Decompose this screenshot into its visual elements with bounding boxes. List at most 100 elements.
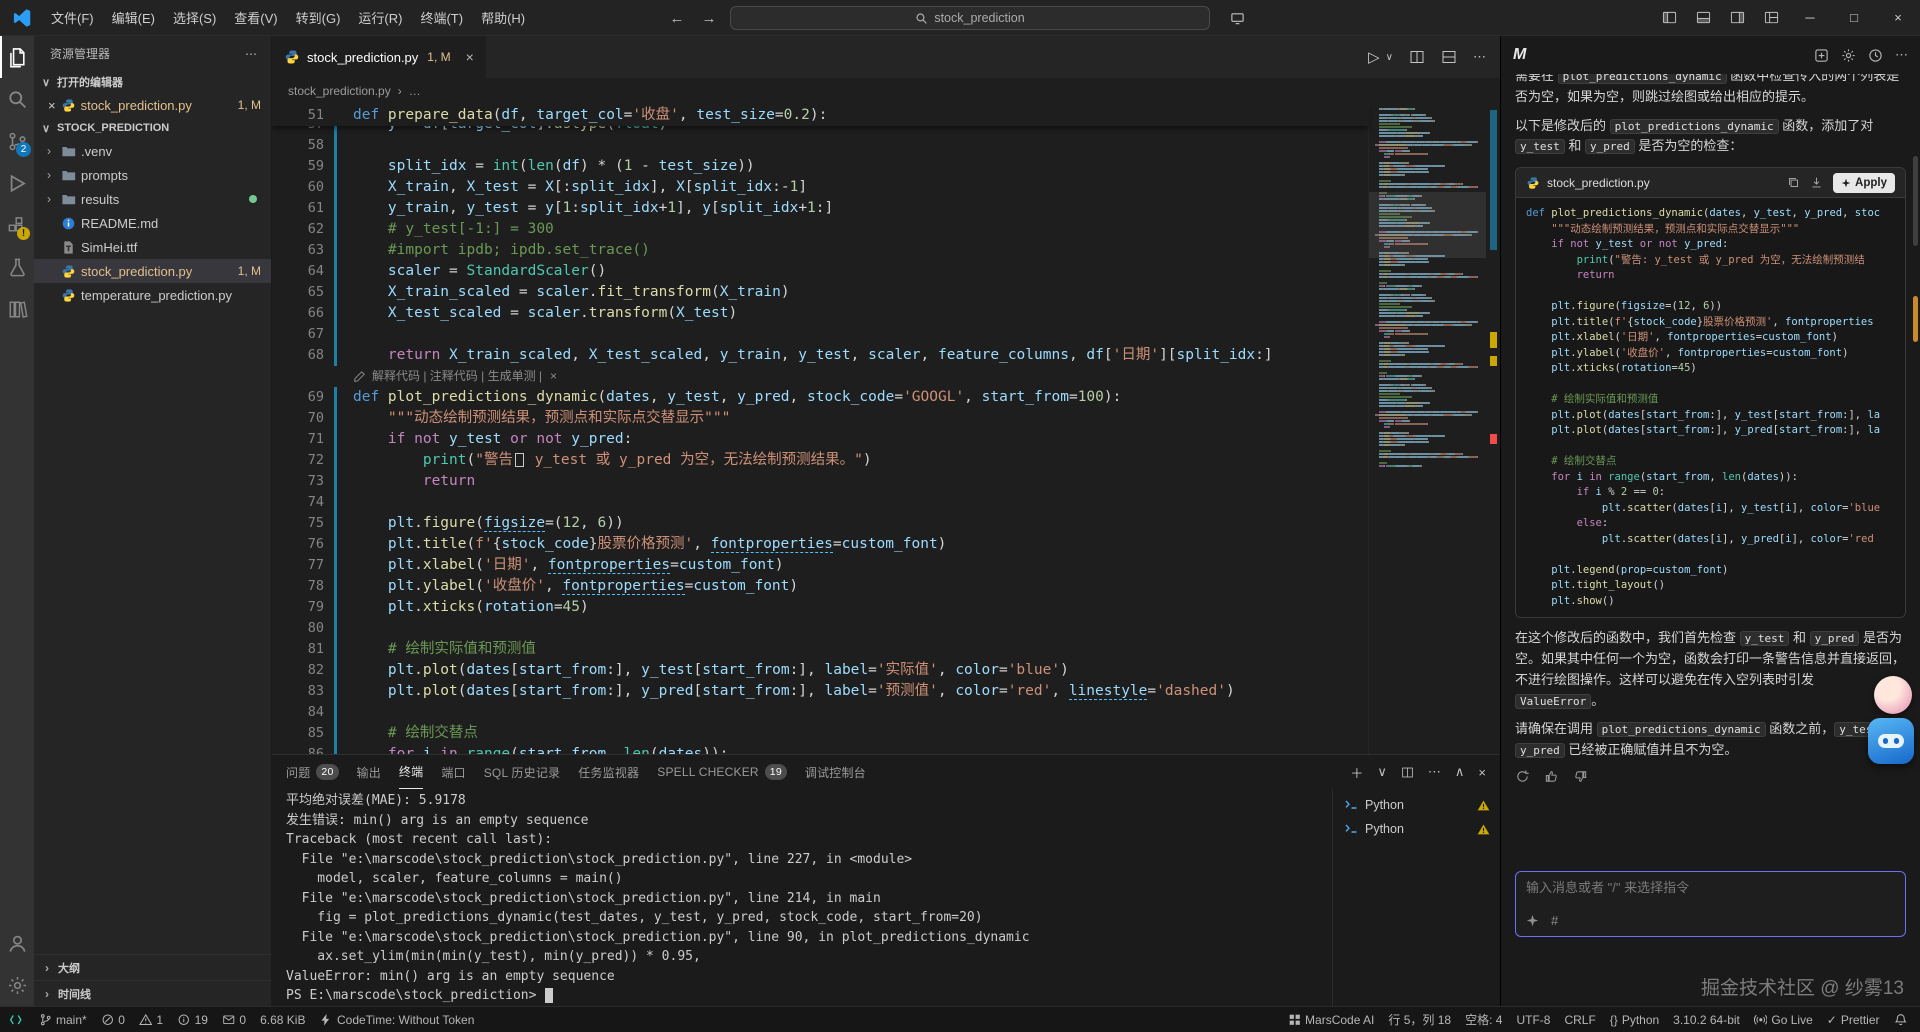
sidebar-more-icon[interactable]: ⋯ [245, 47, 257, 61]
activity-settings[interactable] [0, 964, 34, 1006]
code-editor[interactable]: 57 y = df[target_col].astype(float)5859 … [272, 104, 1500, 754]
menu-item[interactable]: 查看(V) [225, 5, 286, 31]
file-item-prompts[interactable]: ›prompts [34, 163, 271, 187]
file-item-stock-prediction-py[interactable]: stock_prediction.py1, M [34, 259, 271, 283]
open-editors-header[interactable]: ∨ 打开的编辑器 [34, 71, 271, 93]
ai-message-input[interactable] [1526, 880, 1895, 895]
maximize-panel-icon[interactable]: ∧ [1455, 764, 1465, 780]
activity-explorer[interactable] [0, 36, 34, 78]
breadcrumb-symbol[interactable]: … [409, 84, 421, 98]
minimap-slider[interactable] [1369, 192, 1486, 258]
thumbup-icon[interactable] [1544, 769, 1559, 784]
menu-item[interactable]: 选择(S) [164, 5, 225, 31]
panel-tab-任务监视器[interactable]: 任务监视器 [578, 755, 639, 789]
close-button[interactable]: × [1876, 0, 1920, 35]
status-remote[interactable] [0, 1007, 32, 1032]
inline-ai-actions[interactable]: 解释代码 | 注释代码 | 生成单测 | × [272, 366, 1368, 387]
status-problems-errors[interactable]: 0 [94, 1007, 132, 1032]
file-item-simhei-ttf[interactable]: SimHei.ttf [34, 235, 271, 259]
status-eol[interactable]: CRLF [1557, 1007, 1602, 1032]
status-spell-issues[interactable]: 19 [170, 1007, 215, 1032]
status-feedback[interactable]: 0 [215, 1007, 253, 1032]
file-item-temperature-prediction-py[interactable]: temperature_prediction.py [34, 283, 271, 307]
close-icon[interactable]: × [550, 366, 557, 387]
run-dropdown-icon[interactable]: ∨ [1386, 52, 1393, 63]
toggle-panel-icon[interactable] [1686, 0, 1720, 35]
panel-more-icon[interactable]: ⋯ [1428, 764, 1441, 780]
new-chat-icon[interactable] [1814, 47, 1829, 63]
menu-item[interactable]: 编辑(E) [103, 5, 164, 31]
status-codetime[interactable]: CodeTime: Without Token [312, 1007, 481, 1032]
refresh-icon[interactable] [1515, 769, 1530, 784]
panel-tab-终端[interactable]: 终端 [399, 755, 423, 789]
breadcrumb[interactable]: stock_prediction.py › … [272, 78, 1500, 104]
new-terminal-icon[interactable]: ＋ [1350, 763, 1363, 782]
toggle-sidebar-icon[interactable] [1652, 0, 1686, 35]
menu-item[interactable]: 文件(F) [42, 5, 103, 31]
status-encoding[interactable]: UTF-8 [1509, 1007, 1557, 1032]
inline-ai-actions-label[interactable]: 解释代码 | 注释代码 | 生成单测 | [372, 366, 542, 387]
split-terminal-icon[interactable] [1401, 766, 1414, 779]
terminal-instance[interactable]: Python [1333, 793, 1500, 817]
minimize-button[interactable]: ─ [1788, 0, 1832, 35]
status-indentation[interactable]: 空格: 4 [1458, 1007, 1509, 1032]
status-language-mode[interactable]: {}Python [1603, 1007, 1666, 1032]
close-panel-icon[interactable]: × [1478, 765, 1486, 780]
split-editor-icon[interactable] [1409, 49, 1425, 65]
panel-tab-输出[interactable]: 输出 [357, 755, 381, 789]
ai-context-icon[interactable]: # [1551, 913, 1558, 928]
workspace-root-header[interactable]: ∨ STOCK_PREDICTION [34, 117, 271, 139]
editor-layout-icon[interactable] [1441, 49, 1457, 65]
thumbdown-icon[interactable] [1573, 769, 1588, 784]
section-时间线[interactable]: ›时间线 [34, 980, 271, 1006]
ai-settings-icon[interactable] [1841, 47, 1856, 63]
status-problems-warnings[interactable]: 1 [132, 1007, 170, 1032]
toggle-secondary-sidebar-icon[interactable] [1720, 0, 1754, 35]
status-marscode-ai[interactable]: MarsCode AI [1281, 1007, 1382, 1032]
terminal-picker-icon[interactable]: ∨ [1377, 764, 1387, 780]
ai-scrollbar[interactable] [1913, 156, 1918, 246]
tab-stock-prediction[interactable]: stock_prediction.py 1, M × [272, 36, 487, 78]
command-center-search[interactable]: stock_prediction [730, 6, 1210, 30]
navigate-forward-icon[interactable]: → [698, 10, 720, 27]
terminal-instance[interactable]: Python [1333, 817, 1500, 841]
remote-window-icon[interactable] [1220, 0, 1254, 36]
activity-library[interactable] [0, 288, 34, 330]
panel-tab-调试控制台[interactable]: 调试控制台 [805, 755, 866, 789]
ai-history-icon[interactable] [1868, 47, 1883, 63]
menu-item[interactable]: 帮助(H) [472, 5, 534, 31]
file-item-results[interactable]: ›results [34, 187, 271, 211]
ai-more-icon[interactable]: ⋯ [1895, 47, 1908, 63]
activity-account[interactable] [0, 922, 34, 964]
status-file-size[interactable]: 6.68 KiB [253, 1007, 312, 1032]
panel-tab-问题[interactable]: 问题20 [286, 755, 339, 789]
panel-tab-SPELL CHECKER[interactable]: SPELL CHECKER19 [657, 755, 787, 789]
status-notifications[interactable] [1887, 1007, 1915, 1032]
activity-extensions[interactable]: ! [0, 204, 34, 246]
activity-source-control[interactable]: 2 [0, 120, 34, 162]
minimap[interactable] [1368, 104, 1500, 754]
file-item--venv[interactable]: ›.venv [34, 139, 271, 163]
section-大纲[interactable]: ›大纲 [34, 954, 271, 980]
ai-skills-icon[interactable] [1526, 913, 1539, 928]
editor-more-icon[interactable]: ⋯ [1473, 49, 1486, 65]
maximize-button[interactable]: □ [1832, 0, 1876, 35]
customize-layout-icon[interactable] [1754, 0, 1788, 35]
activity-run-debug[interactable] [0, 162, 34, 204]
panel-tab-SQL 历史记录[interactable]: SQL 历史记录 [484, 755, 561, 789]
menu-item[interactable]: 转到(G) [287, 5, 350, 31]
status-go-live[interactable]: Go Live [1747, 1007, 1820, 1032]
assistant-avatar[interactable] [1874, 676, 1912, 714]
tab-close-icon[interactable]: × [466, 49, 474, 65]
open-editor-item[interactable]: ×stock_prediction.py1, M [34, 93, 271, 117]
run-python-file-icon[interactable]: ▷ [1368, 48, 1380, 66]
status-python-interpreter[interactable]: 3.10.2 64-bit [1666, 1007, 1747, 1032]
file-item-readme-md[interactable]: README.md [34, 211, 271, 235]
menu-item[interactable]: 终端(T) [411, 5, 472, 31]
apply-button[interactable]: Apply [1833, 173, 1895, 193]
navigate-back-icon[interactable]: ← [666, 10, 688, 27]
ai-input-box[interactable]: # [1515, 871, 1906, 937]
terminal-output[interactable]: 平均绝对误差(MAE): 5.9178发生错误: min() arg is an… [272, 789, 1332, 1006]
status-cursor-position[interactable]: 行 5，列 18 [1381, 1007, 1458, 1032]
status-git-branch[interactable]: main* [32, 1007, 94, 1032]
